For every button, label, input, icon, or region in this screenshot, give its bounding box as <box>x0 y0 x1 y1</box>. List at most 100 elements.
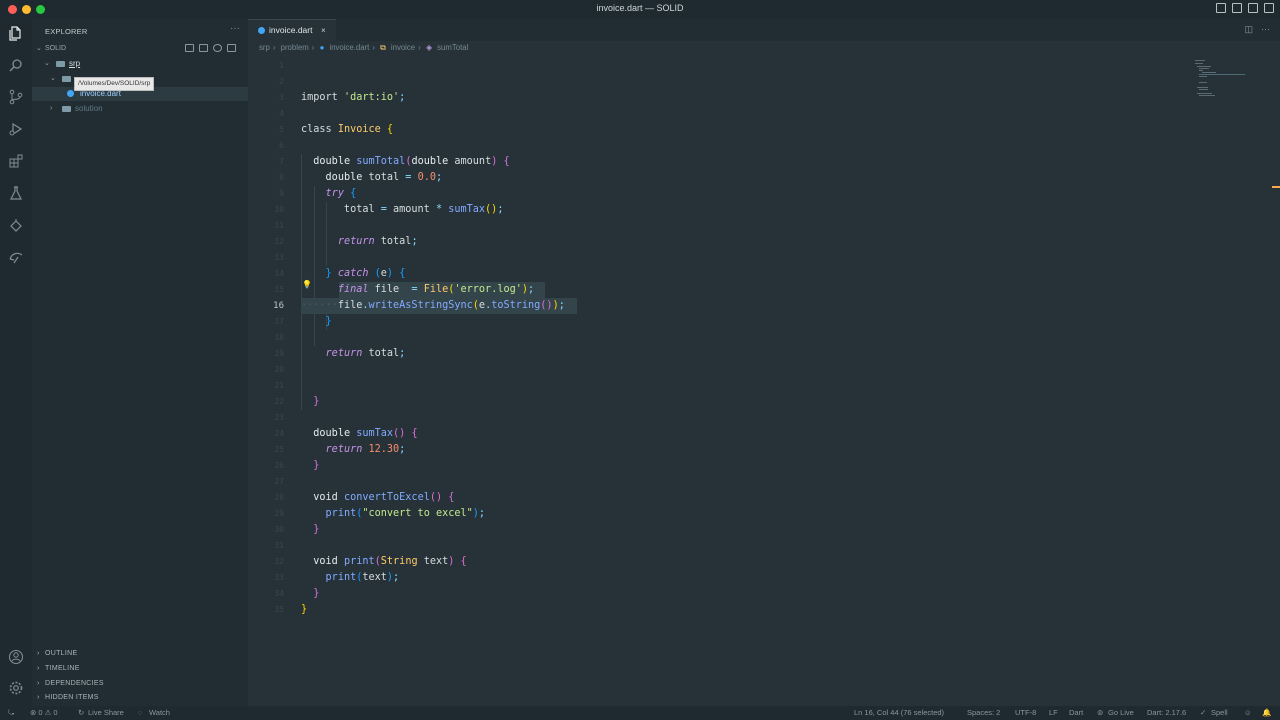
code-line: final file = File('error.log'); <box>337 284 535 295</box>
tree-item-srp[interactable]: ⌄ srp <box>32 57 248 71</box>
line-number: 23 <box>274 413 284 422</box>
line-number: 21 <box>274 381 284 390</box>
panel-hidden-items[interactable]: › HIDDEN ITEMS <box>32 691 248 705</box>
code-line: return 12.30; <box>325 444 406 455</box>
settings-gear-icon[interactable] <box>6 680 26 700</box>
code-line: } <box>313 524 320 535</box>
panel-label: OUTLINE <box>45 650 78 657</box>
toggle-panel-icon[interactable] <box>1232 3 1242 13</box>
panel-label: DEPENDENCIES <box>45 680 104 687</box>
scrollbar-marker <box>1272 186 1280 188</box>
new-file-icon[interactable] <box>185 44 194 52</box>
source-control-icon[interactable] <box>6 89 26 109</box>
code-line: void print(String text) { <box>313 556 467 567</box>
toggle-secondary-sidebar-icon[interactable] <box>1248 3 1258 13</box>
line-number: 2 <box>279 77 284 86</box>
code-line: } <box>325 316 332 327</box>
title-bar: invoice.dart — SOLID <box>0 0 1280 19</box>
encoding-setting[interactable]: UTF-8 <box>1015 706 1036 720</box>
code-line: double sumTax() { <box>313 428 418 439</box>
notifications-icon[interactable]: 🔔 <box>1262 706 1271 720</box>
line-number: 27 <box>274 477 284 486</box>
tree-item-solution[interactable]: › solution <box>32 102 248 116</box>
tab-invoice-dart[interactable]: invoice.dart × <box>248 19 336 41</box>
collapse-all-icon[interactable] <box>227 44 236 52</box>
close-tab-icon[interactable]: × <box>321 20 326 41</box>
account-status-icon[interactable]: ☺ <box>1244 706 1252 720</box>
refresh-icon[interactable] <box>213 44 222 52</box>
cursor-position[interactable]: Ln 16, Col 44 (76 selected) <box>854 706 944 720</box>
panel-label: TIMELINE <box>45 665 80 672</box>
customize-layout-icon[interactable] <box>1264 3 1274 13</box>
code-line: } <box>313 460 320 471</box>
line-number: 13 <box>274 253 284 262</box>
chevron-right-icon: › <box>272 43 276 52</box>
code-line: void convertToExcel() { <box>313 492 455 503</box>
window-title: invoice.dart — SOLID <box>596 3 684 13</box>
new-folder-icon[interactable] <box>199 44 208 52</box>
chevron-right-icon: › <box>372 43 375 52</box>
spell-check-icon: ✓ <box>1200 708 1207 717</box>
live-share-icon[interactable] <box>6 249 26 269</box>
account-icon[interactable] <box>6 649 26 669</box>
workspace-root-label: SOLID <box>45 45 67 52</box>
eol-setting[interactable]: LF <box>1049 706 1058 720</box>
run-debug-icon[interactable] <box>6 121 26 141</box>
testing-icon[interactable] <box>6 185 26 205</box>
line-number: 31 <box>274 541 284 550</box>
toggle-sidebar-icon[interactable] <box>1216 3 1226 13</box>
line-number: 1 <box>279 61 284 70</box>
breadcrumb-item[interactable]: problem <box>281 43 309 52</box>
editor-area: invoice.dart × ◫ ··· srp › problem › ● inv… <box>248 19 1280 706</box>
explorer-icon[interactable] <box>6 25 26 45</box>
sidebar-title: EXPLORER <box>45 27 88 36</box>
chevron-right-icon: › <box>37 650 40 657</box>
problems-count[interactable]: ⊗ 0 ⚠ 0 <box>30 706 58 720</box>
class-symbol-icon: ⧉ <box>380 43 386 52</box>
explorer-toolbar <box>185 44 236 52</box>
more-actions-icon[interactable]: ··· <box>1261 24 1270 35</box>
code-line: class Invoice { <box>301 124 394 135</box>
live-share-button[interactable]: Live Share <box>88 706 124 720</box>
live-share-icon: ↻ <box>78 708 85 717</box>
remote-indicator-icon[interactable]: ⤿ <box>8 706 14 720</box>
split-editor-icon[interactable]: ◫ <box>1244 24 1253 35</box>
search-icon[interactable] <box>6 57 26 77</box>
more-actions-icon[interactable]: ··· <box>230 23 240 34</box>
code-line: total = amount * sumTax(); <box>301 204 504 215</box>
chevron-down-icon: ⌄ <box>44 60 50 67</box>
chevron-right-icon: › <box>37 680 40 687</box>
language-mode[interactable]: Dart <box>1069 706 1083 720</box>
breadcrumb-item[interactable]: invoice.dart <box>329 43 369 52</box>
breadcrumb-item[interactable]: invoice <box>391 43 415 52</box>
chevron-right-icon: › <box>418 43 421 52</box>
watch-button[interactable]: Watch <box>149 706 170 720</box>
dart-sdk-version[interactable]: Dart: 2.17.6 <box>1147 706 1186 720</box>
watch-icon: ◌ <box>138 708 143 717</box>
code-line: try { <box>325 188 357 199</box>
go-live-button[interactable]: Go Live <box>1108 706 1134 720</box>
breadcrumb-item[interactable]: sumTotal <box>437 43 468 52</box>
chevron-right-icon: › <box>37 665 40 672</box>
extensions-icon[interactable] <box>6 153 26 173</box>
breadcrumb-item[interactable]: srp <box>259 43 270 52</box>
remote-explorer-icon[interactable] <box>6 217 26 237</box>
spell-check-button[interactable]: Spell <box>1211 706 1228 720</box>
line-number: 11 <box>274 221 284 230</box>
dart-file-icon <box>67 90 74 97</box>
panel-timeline[interactable]: › TIMELINE <box>32 662 248 676</box>
panel-outline[interactable]: › OUTLINE <box>32 647 248 661</box>
panel-dependencies[interactable]: › DEPENDENCIES <box>32 677 248 691</box>
method-symbol-icon: ◈ <box>425 43 432 52</box>
line-number: 18 <box>274 333 284 342</box>
code-line: } <box>313 396 320 407</box>
indentation-setting[interactable]: Spaces: 2 <box>967 706 1000 720</box>
minimap[interactable] <box>1193 59 1248 99</box>
dart-file-icon: ● <box>319 43 325 52</box>
chevron-right-icon: › <box>37 694 40 701</box>
status-bar: ⤿ ⊗ 0 ⚠ 0 ↻ Live Share ◌ Watch Ln 16, Co… <box>0 706 1280 720</box>
code-line: print("convert to excel"); <box>325 508 486 519</box>
chevron-right-icon: › <box>50 105 53 112</box>
line-number: 20 <box>274 365 284 374</box>
breadcrumb: srp › problem › ● invoice.dart › ⧉ invoice ›… <box>259 43 471 53</box>
